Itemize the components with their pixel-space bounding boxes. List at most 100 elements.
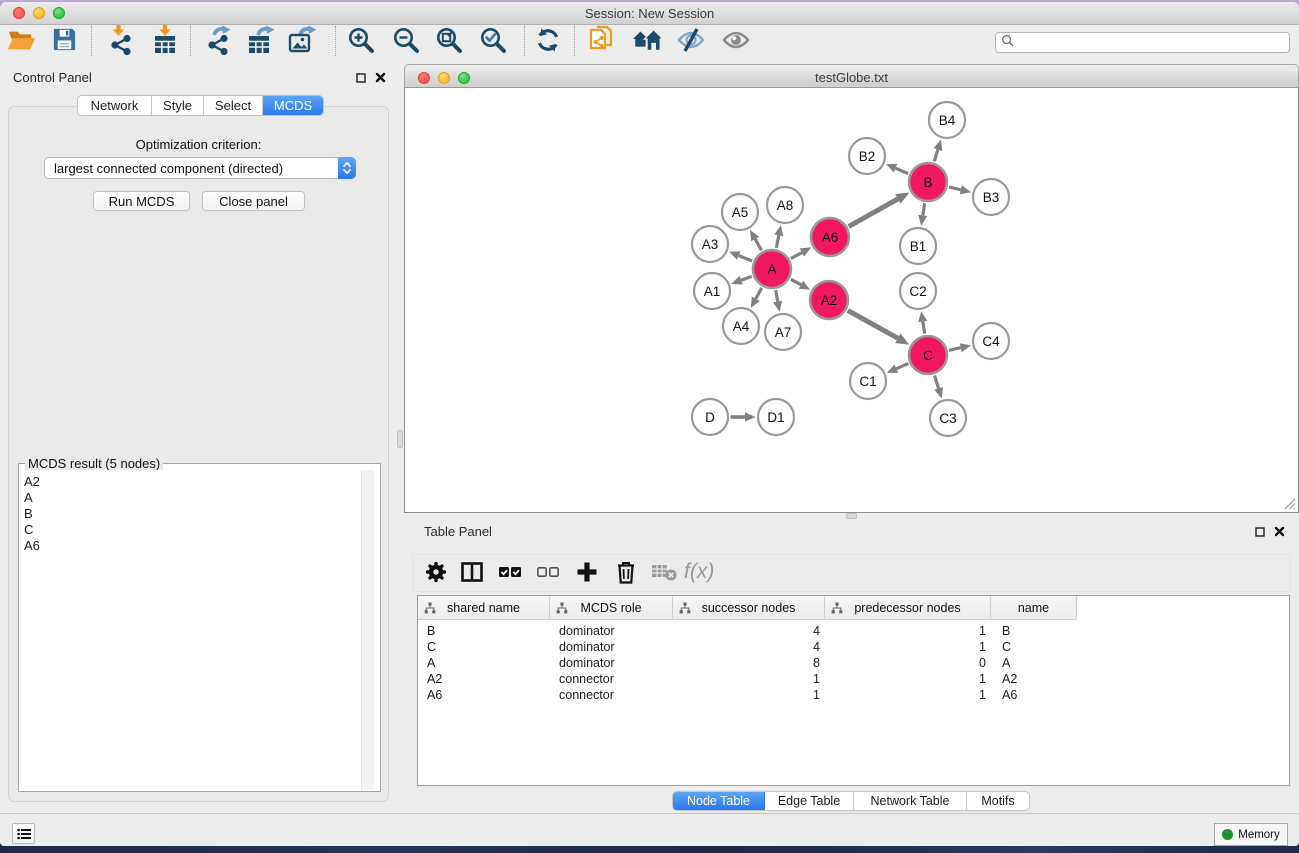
- edge-A-A2[interactable]: [791, 279, 801, 284]
- column-header-shared-name[interactable]: shared name: [418, 596, 550, 620]
- refresh-layout-button[interactable]: [531, 25, 565, 59]
- zoom-selected-button[interactable]: [476, 25, 510, 59]
- edge-B-B4[interactable]: [934, 150, 938, 162]
- node-A5[interactable]: A5: [722, 194, 758, 230]
- result-list-item[interactable]: A2: [24, 474, 360, 490]
- import-network-button[interactable]: [104, 25, 138, 59]
- result-list-item[interactable]: B: [24, 506, 360, 522]
- node-B[interactable]: B: [909, 163, 947, 201]
- add-column-button[interactable]: [570, 557, 604, 591]
- split-columns-button[interactable]: [455, 557, 489, 591]
- edge-B-B1[interactable]: [923, 203, 925, 215]
- table-row[interactable]: A2connector11A2: [418, 671, 1289, 687]
- select-all-button[interactable]: [493, 557, 527, 591]
- float-table-panel-icon[interactable]: [1255, 524, 1265, 542]
- node-B4[interactable]: B4: [929, 102, 965, 138]
- tab-mcds[interactable]: MCDS: [263, 96, 323, 115]
- edge-A-A7[interactable]: [776, 290, 778, 301]
- node-B1[interactable]: B1: [900, 228, 936, 264]
- tab-node-table[interactable]: Node Table: [673, 792, 765, 810]
- result-list-item[interactable]: A6: [24, 538, 360, 554]
- node-B2[interactable]: B2: [849, 138, 885, 174]
- zoom-in-button[interactable]: [344, 25, 378, 59]
- node-A6[interactable]: A6: [811, 218, 849, 256]
- tab-style[interactable]: Style: [152, 96, 204, 115]
- node-A2[interactable]: A2: [810, 281, 848, 319]
- edge-A2-C[interactable]: [848, 310, 898, 338]
- column-header-name[interactable]: name: [991, 596, 1077, 620]
- hide-details-button[interactable]: [674, 25, 708, 59]
- column-header-MCDS-role[interactable]: MCDS role: [550, 596, 673, 620]
- edge-A-A3[interactable]: [739, 256, 752, 261]
- table-row[interactable]: A6connector11A6: [418, 687, 1289, 703]
- gear-button[interactable]: [419, 557, 453, 591]
- table-row[interactable]: Bdominator41B: [418, 623, 1289, 639]
- memory-button[interactable]: Memory: [1214, 823, 1288, 846]
- delete-column-button[interactable]: [609, 557, 643, 591]
- table-row[interactable]: Adominator80A: [418, 655, 1289, 671]
- node-A1[interactable]: A1: [694, 273, 730, 309]
- tab-select[interactable]: Select: [204, 96, 263, 115]
- table-row[interactable]: Cdominator41C: [418, 639, 1289, 655]
- edge-A6-B[interactable]: [849, 199, 898, 227]
- node-A3[interactable]: A3: [692, 226, 728, 262]
- tab-network[interactable]: Network: [78, 96, 152, 115]
- tab-motifs[interactable]: Motifs: [967, 792, 1029, 810]
- float-panel-icon[interactable]: [356, 70, 366, 88]
- network-window-titlebar[interactable]: testGlobe.txt: [404, 64, 1299, 88]
- edge-C-C3[interactable]: [935, 376, 939, 389]
- close-table-panel-icon[interactable]: [1274, 524, 1285, 542]
- search-field[interactable]: [995, 32, 1290, 53]
- edge-C-C4[interactable]: [949, 348, 961, 351]
- close-panel-icon[interactable]: [375, 70, 386, 88]
- result-list-item[interactable]: C: [24, 522, 360, 538]
- edge-A-A8[interactable]: [776, 235, 779, 248]
- tab-network-table[interactable]: Network Table: [854, 792, 967, 810]
- column-header-successor-nodes[interactable]: successor nodes: [673, 596, 825, 620]
- node-A[interactable]: A: [753, 250, 791, 288]
- save-session-button[interactable]: [47, 25, 81, 59]
- export-table-button[interactable]: [244, 25, 278, 59]
- export-image-button[interactable]: [285, 25, 319, 59]
- deselect-all-button[interactable]: [531, 557, 565, 591]
- edge-A-A6[interactable]: [791, 253, 802, 259]
- result-scrollbar[interactable]: [361, 470, 374, 790]
- delete-table-button[interactable]: [647, 557, 681, 591]
- edge-A-A5[interactable]: [755, 239, 761, 250]
- node-D1[interactable]: D1: [758, 399, 794, 435]
- zoom-out-button[interactable]: [389, 25, 423, 59]
- edge-A-A1[interactable]: [741, 276, 752, 280]
- node-C1[interactable]: C1: [850, 363, 886, 399]
- column-header-predecessor-nodes[interactable]: predecessor nodes: [825, 596, 991, 620]
- panel-menu-button[interactable]: [12, 823, 35, 844]
- network-canvas[interactable]: A A1 A3 A4 A5 A7 A8A6 A2 B B1 B2 B3 B4 C C1 C2 C3 C4 D D1: [404, 88, 1299, 513]
- node-C3[interactable]: C3: [930, 400, 966, 436]
- node-C2[interactable]: C2: [900, 273, 936, 309]
- node-B3[interactable]: B3: [973, 179, 1009, 215]
- search-input[interactable]: [1014, 36, 1289, 50]
- node-C4[interactable]: C4: [973, 323, 1009, 359]
- network-from-file-button[interactable]: [585, 25, 619, 59]
- node-C[interactable]: C: [909, 336, 947, 374]
- resize-grip-icon[interactable]: [1282, 496, 1296, 510]
- node-D[interactable]: D: [692, 399, 728, 435]
- node-A8[interactable]: A8: [767, 187, 803, 223]
- tab-edge-table[interactable]: Edge Table: [765, 792, 854, 810]
- edge-A-A4[interactable]: [756, 288, 762, 299]
- vertical-splitter-handle[interactable]: [397, 430, 403, 448]
- node-A4[interactable]: A4: [723, 308, 759, 344]
- open-file-button[interactable]: [4, 25, 38, 59]
- mcds-result-list[interactable]: A2ABCA6: [20, 470, 360, 790]
- edge-B-B3[interactable]: [949, 187, 961, 190]
- show-details-button[interactable]: [719, 25, 753, 59]
- edge-C-C1[interactable]: [896, 364, 908, 369]
- result-list-item[interactable]: A: [24, 490, 360, 506]
- zoom-fit-button[interactable]: [432, 25, 466, 59]
- criterion-combobox[interactable]: largest connected component (directed): [44, 157, 356, 179]
- home-button[interactable]: [631, 25, 665, 59]
- edge-B-B2[interactable]: [896, 168, 909, 173]
- import-table-button[interactable]: [148, 25, 182, 59]
- edge-C-C2[interactable]: [923, 322, 925, 334]
- node-A7[interactable]: A7: [765, 314, 801, 350]
- run-mcds-button[interactable]: Run MCDS: [93, 191, 190, 211]
